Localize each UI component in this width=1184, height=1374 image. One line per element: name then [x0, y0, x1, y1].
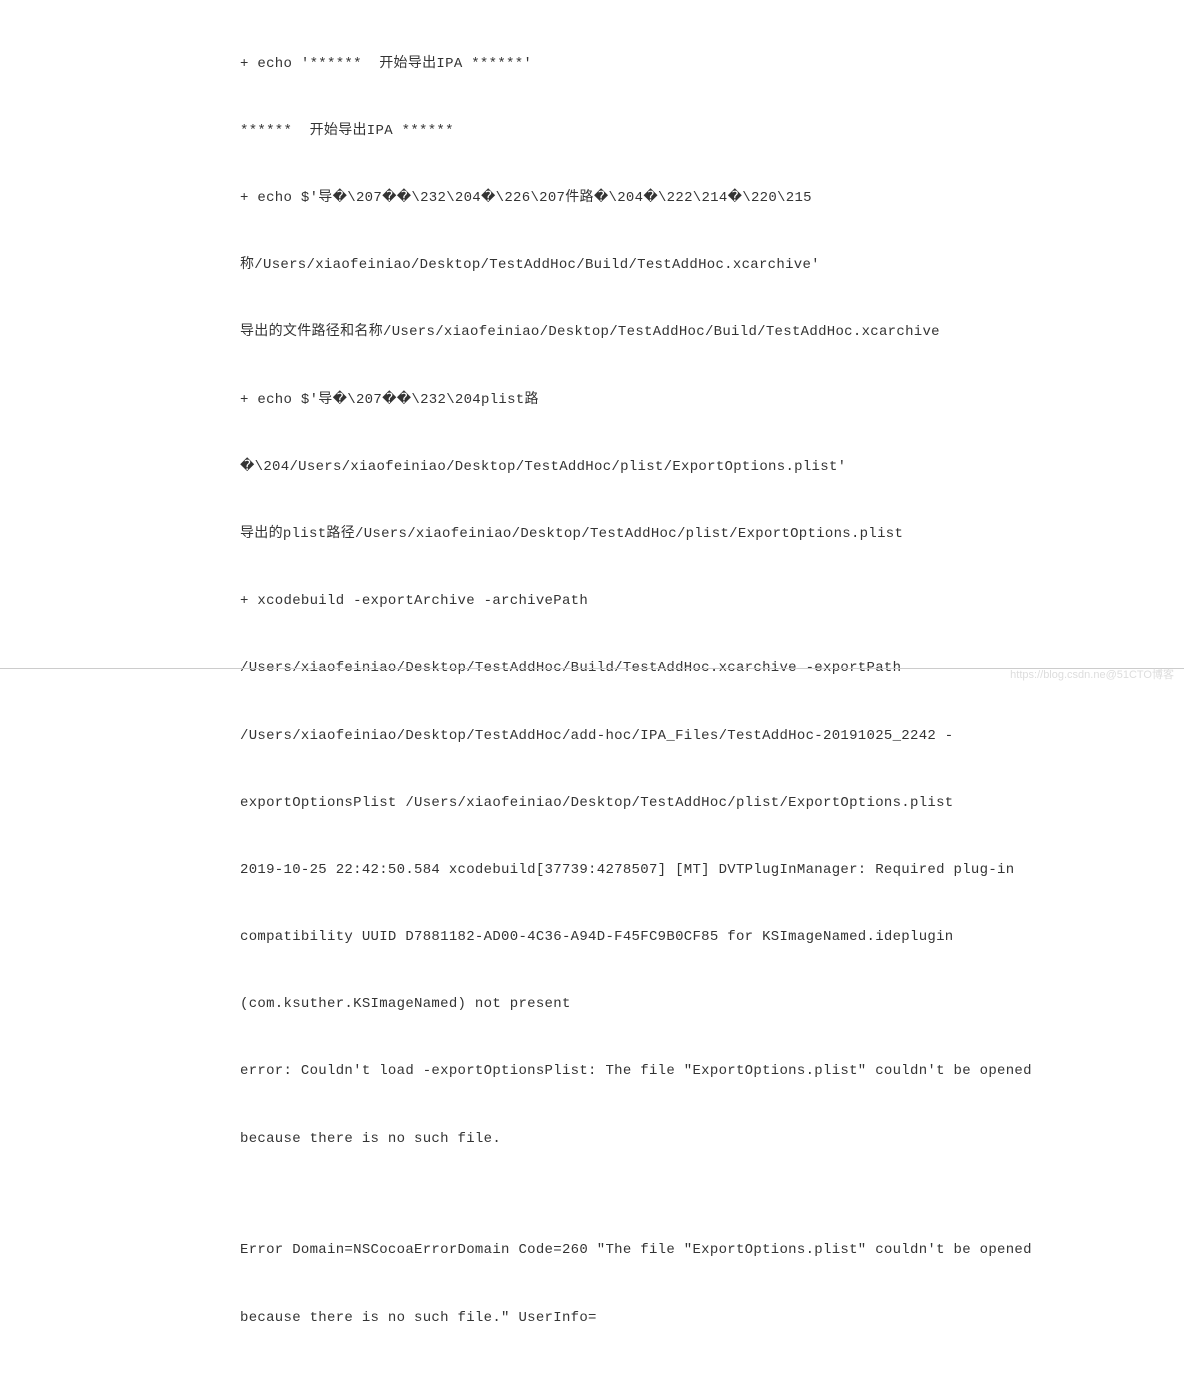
console-line: �\204/Users/xiaofeiniao/Desktop/TestAddH…: [240, 456, 1134, 478]
console-line: 导出的文件路径和名称/Users/xiaofeiniao/Desktop/Tes…: [240, 321, 1134, 343]
watermark: https://blog.csdn.ne@51CTO博客: [1010, 667, 1174, 685]
console-line: error: Couldn't load -exportOptionsPlist…: [240, 1060, 1134, 1082]
console-line: + echo $'导�\207��\232\204�\226\207件路�\20…: [240, 187, 1134, 209]
console-line: + xcodebuild -exportArchive -archivePath: [240, 590, 1134, 612]
console-line: Error Domain=NSCocoaErrorDomain Code=260…: [240, 1239, 1134, 1261]
console-line: 称/Users/xiaofeiniao/Desktop/TestAddHoc/B…: [240, 254, 1134, 276]
console-line: + echo $'导�\207��\232\204plist路: [240, 389, 1134, 411]
divider: [0, 668, 1184, 669]
console-line: /Users/xiaofeiniao/Desktop/TestAddHoc/ad…: [240, 725, 1134, 747]
console-line: because there is no such file.: [240, 1128, 1134, 1150]
console-line: exportOptionsPlist /Users/xiaofeiniao/De…: [240, 792, 1134, 814]
console-line: because there is no such file." UserInfo…: [240, 1307, 1134, 1329]
console-output: + echo '****** 开始导出IPA ******' ****** 开始…: [0, 8, 1184, 1374]
console-line: (com.ksuther.KSImageNamed) not present: [240, 993, 1134, 1015]
console-line: 导出的plist路径/Users/xiaofeiniao/Desktop/Tes…: [240, 523, 1134, 545]
console-line: 2019-10-25 22:42:50.584 xcodebuild[37739…: [240, 859, 1134, 881]
console-line: compatibility UUID D7881182-AD00-4C36-A9…: [240, 926, 1134, 948]
console-line: ****** 开始导出IPA ******: [240, 120, 1134, 142]
console-line: + echo '****** 开始导出IPA ******': [240, 53, 1134, 75]
